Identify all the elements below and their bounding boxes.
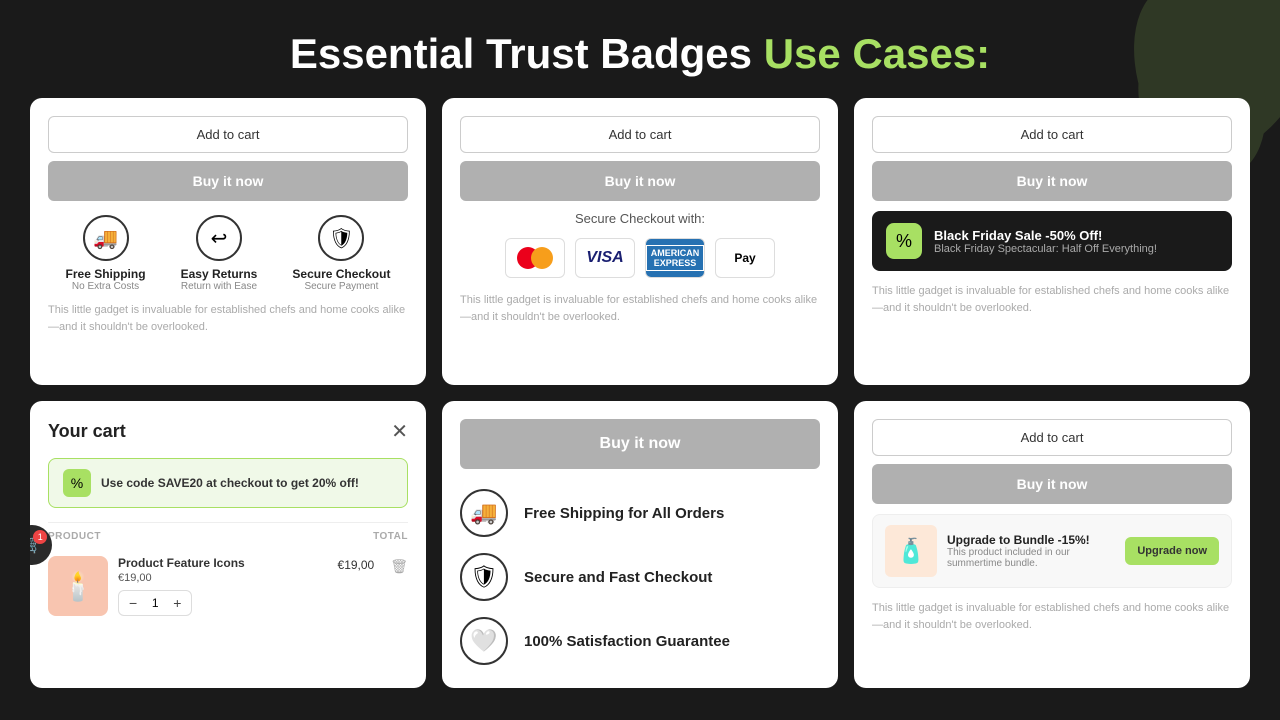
bundle-banner: 🧴 Upgrade to Bundle -15%! This product i… (872, 514, 1232, 588)
card3-desc: This little gadget is invaluable for est… (872, 283, 1232, 316)
card-cart: 🛒 1 Your cart ✕ % Use code SAVE20 at che… (30, 401, 426, 688)
cart-item-name: Product Feature Icons (118, 556, 328, 570)
add-to-cart-button-6[interactable]: Add to cart (872, 419, 1232, 456)
promo-text: Use code SAVE20 at checkout to get 20% o… (101, 476, 359, 490)
add-to-cart-button-1[interactable]: Add to cart (48, 116, 408, 153)
bundle-info: Upgrade to Bundle -15%! This product inc… (947, 533, 1115, 569)
feature-list: 🚚 Free Shipping for All Orders 🛡 Secure … (460, 485, 820, 669)
trust-icon-returns: ↩ Easy Returns Return with Ease (181, 215, 258, 292)
product-image-placeholder: 🕯️ (61, 570, 96, 603)
cart-item-total: €19,00 (338, 556, 375, 572)
feature-shipping-icon: 🚚 (460, 489, 508, 537)
upgrade-now-button[interactable]: Upgrade now (1125, 537, 1219, 565)
cart-item: 🕯️ Product Feature Icons €19,00 − 1 + €1… (48, 548, 408, 616)
bundle-title: Upgrade to Bundle -15%! (947, 533, 1115, 547)
amex-badge: AMERICANEXPRESS (645, 238, 705, 278)
page-title: Essential Trust Badges Use Cases: (0, 0, 1280, 98)
delete-cart-item-icon[interactable]: 🗑 (390, 556, 408, 575)
cart-item-image: 🕯️ (48, 556, 108, 616)
title-white: Essential Trust Badges (290, 30, 752, 77)
secure-checkout-label: Secure Checkout with: (460, 211, 820, 226)
bf-text: Black Friday Sale -50% Off! Black Friday… (934, 228, 1157, 255)
card-trust-icons: Add to cart Buy it now 🚚 Free Shipping N… (30, 98, 426, 385)
card-bundle: Add to cart Buy it now 🧴 Upgrade to Bund… (854, 401, 1250, 688)
add-to-cart-button-3[interactable]: Add to cart (872, 116, 1232, 153)
mc-right-circle (531, 247, 553, 269)
amex-inner: AMERICANEXPRESS (646, 245, 705, 271)
bf-title: Black Friday Sale -50% Off! (934, 228, 1157, 243)
secure-label: Secure Checkout (292, 267, 390, 281)
card2-desc: This little gadget is invaluable for est… (460, 292, 820, 325)
card-black-friday: Add to cart Buy it now % Black Friday Sa… (854, 98, 1250, 385)
trust-icon-secure: 🛡 Secure Checkout Secure Payment (292, 215, 390, 292)
shipping-icon: 🚚 (83, 215, 129, 261)
cart-icon-wrapper: 🛒 1 (30, 534, 43, 555)
cart-col-product: PRODUCT (48, 531, 101, 542)
buy-now-button-1[interactable]: Buy it now (48, 161, 408, 201)
promo-percent-icon: % (63, 469, 91, 497)
cart-quantity-control: − 1 + (118, 590, 192, 616)
buy-now-button-3[interactable]: Buy it now (872, 161, 1232, 201)
shipping-label: Free Shipping (66, 267, 146, 281)
quantity-value: 1 (147, 596, 163, 610)
apple-pay-badge: Pay (715, 238, 775, 278)
feature-satisfaction-text: 100% Satisfaction Guarantee (524, 633, 730, 650)
returns-label: Easy Returns (181, 267, 258, 281)
buy-now-button-5[interactable]: Buy it now (460, 419, 820, 469)
feature-shipping-text: Free Shipping for All Orders (524, 505, 724, 522)
cart-table-header: PRODUCT TOTAL (48, 522, 408, 548)
buy-now-button-2[interactable]: Buy it now (460, 161, 820, 201)
cart-col-total: TOTAL (373, 531, 408, 542)
feature-satisfaction-icon: 🤍 (460, 617, 508, 665)
bf-sub: Black Friday Spectacular: Half Off Every… (934, 243, 1157, 255)
payment-icons-row: VISA AMERICANEXPRESS Pay (460, 238, 820, 278)
cart-header: Your cart ✕ (48, 419, 408, 444)
feature-secure-icon: 🛡 (460, 553, 508, 601)
mastercard-badge (505, 238, 565, 278)
trust-icon-shipping: 🚚 Free Shipping No Extra Costs (66, 215, 146, 292)
feature-secure: 🛡 Secure and Fast Checkout (460, 553, 820, 601)
cart-item-details: Product Feature Icons €19,00 − 1 + (118, 556, 328, 616)
visa-badge: VISA (575, 238, 635, 278)
close-icon[interactable]: ✕ (391, 419, 408, 444)
cards-grid: Add to cart Buy it now 🚚 Free Shipping N… (0, 98, 1280, 708)
increase-quantity-button[interactable]: + (171, 595, 183, 611)
bundle-image: 🧴 (885, 525, 937, 577)
returns-sublabel: Return with Ease (181, 281, 258, 292)
feature-satisfaction: 🤍 100% Satisfaction Guarantee (460, 617, 820, 665)
card1-desc: This little gadget is invaluable for est… (48, 302, 408, 335)
card-payment-methods: Add to cart Buy it now Secure Checkout w… (442, 98, 838, 385)
percent-icon: % (886, 223, 922, 259)
cart-item-price: €19,00 (118, 572, 328, 584)
secure-icon: 🛡 (318, 215, 364, 261)
black-friday-banner: % Black Friday Sale -50% Off! Black Frid… (872, 211, 1232, 271)
cart-promo-banner: % Use code SAVE20 at checkout to get 20%… (48, 458, 408, 508)
bundle-sub: This product included in our summertime … (947, 547, 1115, 569)
cart-badge: 1 (33, 530, 47, 544)
trust-icons-row: 🚚 Free Shipping No Extra Costs ↩ Easy Re… (48, 215, 408, 292)
feature-secure-text: Secure and Fast Checkout (524, 569, 712, 586)
card6-desc: This little gadget is invaluable for est… (872, 600, 1232, 633)
buy-now-button-6[interactable]: Buy it now (872, 464, 1232, 504)
secure-sublabel: Secure Payment (292, 281, 390, 292)
shipping-sublabel: No Extra Costs (66, 281, 146, 292)
card-feature-list: Buy it now 🚚 Free Shipping for All Order… (442, 401, 838, 688)
feature-shipping: 🚚 Free Shipping for All Orders (460, 489, 820, 537)
returns-icon: ↩ (196, 215, 242, 261)
title-green: Use Cases: (764, 30, 990, 77)
decrease-quantity-button[interactable]: − (127, 595, 139, 611)
cart-title: Your cart (48, 421, 126, 442)
add-to-cart-button-2[interactable]: Add to cart (460, 116, 820, 153)
